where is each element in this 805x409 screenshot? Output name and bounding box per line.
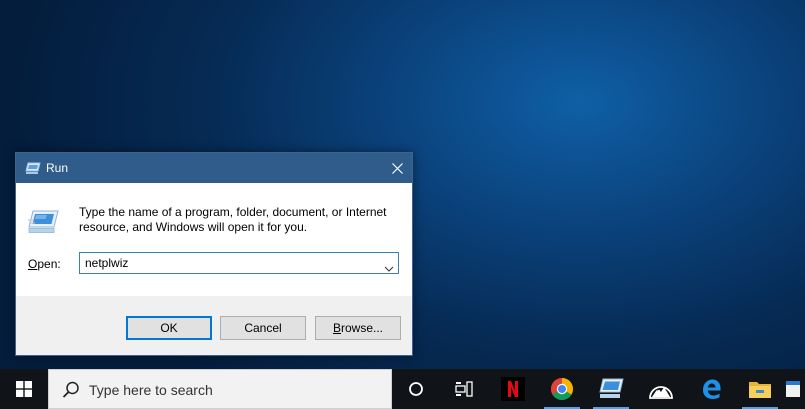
dialog-title: Run [46,161,69,175]
close-button[interactable] [382,153,412,183]
taskbar-mountain-app[interactable] [637,369,685,409]
taskbar-search-box[interactable]: Type here to search [48,369,392,409]
taskbar-chrome[interactable] [538,369,586,409]
open-label-mnemonic: O [28,257,38,271]
dialog-body: Type the name of a program, folder, docu… [16,183,412,296]
taskbar-file-explorer[interactable] [736,369,784,409]
taskbar-edge[interactable] [687,369,735,409]
start-button[interactable] [0,369,48,409]
chrome-icon [551,378,573,400]
mountain-app-icon [649,386,673,399]
windows-logo-icon [16,381,32,397]
dialog-footer: OK Cancel Browse... [16,296,412,355]
task-view-button[interactable] [440,369,488,409]
taskbar-run-app[interactable] [587,369,635,409]
cortana-circle-icon [409,382,423,396]
netflix-icon [501,377,525,401]
browse-label-text: rowse... [341,321,384,335]
chevron-down-icon[interactable] [384,259,394,277]
cortana-button[interactable] [392,369,440,409]
run-program-icon [27,209,59,240]
dialog-description: Type the name of a program, folder, docu… [79,205,387,234]
close-icon [391,162,403,174]
file-explorer-icon [749,382,771,398]
edge-icon [703,379,721,399]
run-app-icon [599,378,624,398]
open-combobox[interactable]: netplwiz [79,252,399,274]
browse-mnemonic: B [332,321,341,335]
search-placeholder: Type here to search [89,382,213,398]
cancel-button[interactable]: Cancel [220,316,306,340]
browse-button[interactable]: Browse... [315,316,401,340]
taskbar: Type here to search [0,369,805,409]
dialog-titlebar[interactable]: Run [16,153,412,183]
task-view-icon [455,381,473,397]
taskbar-overflow-app[interactable] [784,369,805,409]
app-icon [786,381,800,397]
search-icon [62,381,80,404]
open-label-text: pen: [37,257,61,271]
ok-button[interactable]: OK [126,316,212,340]
taskbar-netflix[interactable] [489,369,537,409]
open-label: Open: [28,257,61,271]
run-title-icon [25,162,41,180]
run-dialog: Run Type the name of a program, folder, … [15,152,413,356]
open-input[interactable]: netplwiz [85,256,128,270]
